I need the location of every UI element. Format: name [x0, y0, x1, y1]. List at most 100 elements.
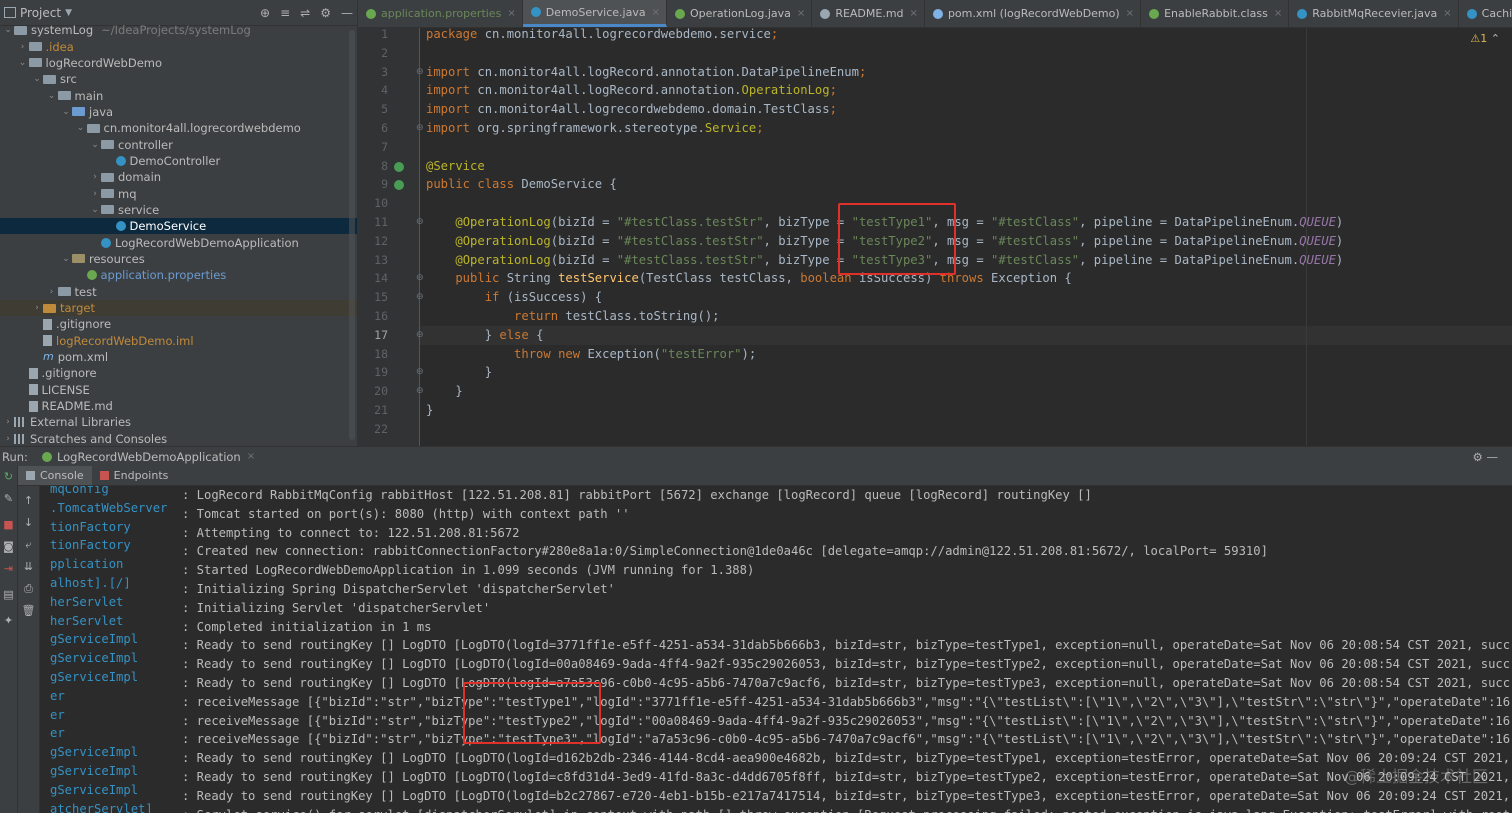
console-output[interactable]: mqConfig: LogRecord RabbitMqConfig rabbi… [40, 486, 1512, 813]
chevron-down-icon[interactable]: ⌄ [89, 202, 101, 218]
tree-item[interactable]: logRecordWebDemo.iml [0, 333, 357, 349]
chevron-down-icon[interactable]: ⌄ [75, 120, 87, 136]
project-scrollbar[interactable] [349, 30, 355, 440]
editor-tab[interactable]: application.properties × [358, 0, 523, 27]
tree-item[interactable]: › External Libraries [0, 414, 357, 430]
trash-icon[interactable]: 🗑 [18, 604, 39, 617]
code-editor[interactable]: 1 2 3 4 5 6 7 8 9 10 11 12 13 14 15 16 17 18 19 20 21 22 ⊖ ⊖ ⊖ ⊖ ⊖… [358, 27, 1512, 446]
log-source[interactable]: gServiceImpl [40, 762, 182, 781]
chevron-down-icon[interactable]: ⌄ [17, 55, 29, 71]
close-icon[interactable]: × [1274, 8, 1282, 19]
locate-icon[interactable]: ⊕ [260, 6, 270, 20]
chevron-down-icon[interactable]: ⌄ [60, 104, 72, 120]
editor-tab[interactable]: EnableRabbit.class × [1141, 0, 1290, 27]
tree-item[interactable]: ⌄ logRecordWebDemo [0, 55, 357, 71]
fold-icon[interactable]: ⊖ [416, 367, 424, 377]
arrow-down-icon[interactable]: ↓ [18, 516, 39, 529]
chevron-right-icon[interactable]: › [2, 431, 14, 447]
tree-item[interactable]: LICENSE [0, 382, 357, 398]
chevron-down-icon[interactable]: ⌄ [2, 22, 14, 38]
spring-bean-icon[interactable] [394, 161, 404, 172]
tree-item[interactable]: › target [0, 299, 357, 317]
log-source[interactable]: gServiceImpl [40, 649, 182, 668]
warning-count[interactable]: ⚠1 [1470, 32, 1487, 45]
log-source[interactable]: gServiceImpl [40, 743, 182, 762]
spring-bean-icon[interactable] [394, 180, 404, 191]
collapse-icon[interactable]: ⇌ [300, 6, 310, 20]
tree-item[interactable]: › domain [0, 169, 357, 185]
chevron-down-icon[interactable]: ⌄ [89, 137, 101, 153]
wrench-icon[interactable]: ✎ [0, 492, 17, 505]
tree-item[interactable]: ⌄ resources [0, 251, 357, 267]
layout-icon[interactable]: ▤ [0, 588, 17, 601]
tree-item[interactable]: ⌄ src [0, 71, 357, 87]
tree-item[interactable]: .gitignore [0, 365, 357, 381]
log-source[interactable]: alhost].[/] [40, 574, 182, 593]
log-source[interactable]: tionFactory [40, 518, 182, 537]
tree-item[interactable]: .gitignore [0, 316, 357, 332]
log-source[interactable]: gServiceImpl [40, 781, 182, 800]
log-source[interactable]: pplication [40, 555, 182, 574]
log-source[interactable]: herServlet [40, 612, 182, 631]
expand-icon[interactable]: ≡ [280, 6, 290, 20]
chevron-down-icon[interactable]: ⌄ [31, 71, 43, 87]
log-source[interactable]: atcherServlet] [40, 800, 182, 813]
chevron-right-icon[interactable]: › [89, 169, 101, 185]
tab-console[interactable]: Console [18, 466, 92, 485]
inspection-widget[interactable]: ⚠1 ⌃ [1470, 32, 1500, 45]
chevron-right-icon[interactable]: › [2, 414, 14, 430]
log-source[interactable]: er [40, 724, 182, 743]
fold-icon[interactable]: ⊖ [416, 67, 424, 77]
tree-item[interactable]: › .idea [0, 38, 357, 54]
chevron-down-icon[interactable]: ⌄ [60, 251, 72, 267]
close-icon[interactable]: × [797, 8, 805, 19]
tree-item[interactable]: ⌄ main [0, 87, 357, 103]
tree-item[interactable]: LogRecordWebDemoApplication [0, 234, 357, 250]
scroll-to-end-icon[interactable]: ⇊ [18, 560, 39, 573]
exit-icon[interactable]: ⇥ [0, 562, 17, 575]
log-source[interactable]: tionFactory [40, 536, 182, 555]
run-config-tab[interactable]: LogRecordWebDemoApplication × [41, 450, 255, 464]
close-icon[interactable]: × [1443, 8, 1451, 19]
editor-tab[interactable]: pom.xml (logRecordWebDemo) × [925, 0, 1142, 27]
minimize-icon[interactable]: — [341, 6, 353, 20]
tree-item[interactable]: ⌄ systemLog ~/IdeaProjects/systemLog [0, 22, 357, 38]
editor-tab[interactable]: DemoService.java × [522, 0, 667, 27]
tree-item[interactable]: › test [0, 284, 357, 300]
close-icon[interactable]: × [652, 7, 660, 18]
close-icon[interactable]: × [910, 8, 918, 19]
close-icon[interactable]: × [247, 451, 255, 462]
chevron-right-icon[interactable]: › [31, 300, 43, 316]
pin-icon[interactable]: ✦ [0, 614, 17, 627]
log-source[interactable]: .TomcatWebServer [40, 499, 182, 518]
tab-endpoints[interactable]: Endpoints [92, 466, 177, 485]
log-source[interactable]: er [40, 687, 182, 706]
fold-icon[interactable]: ⊖ [416, 386, 424, 396]
tree-item[interactable]: m pom.xml [0, 349, 357, 365]
tree-item[interactable]: › mq [0, 185, 357, 201]
chevron-right-icon[interactable]: › [46, 284, 58, 300]
tree-item[interactable]: DemoService [0, 218, 357, 235]
print-icon[interactable]: ⎙ [18, 582, 39, 596]
project-title[interactable]: Project [20, 6, 61, 20]
log-source[interactable]: mqConfig [40, 486, 182, 499]
chevron-down-icon[interactable]: ▼ [65, 8, 72, 18]
fold-icon[interactable]: ⊖ [416, 217, 424, 227]
soft-wrap-icon[interactable]: ⤶ [18, 538, 39, 552]
fold-icon[interactable]: ⊖ [416, 273, 424, 283]
fold-icon[interactable]: ⊖ [416, 292, 424, 302]
stop-icon[interactable]: ■ [0, 518, 17, 531]
editor-tab[interactable]: README.md × [812, 0, 925, 27]
fold-icon[interactable]: ⊖ [416, 330, 424, 340]
tree-item[interactable]: DemoController [0, 153, 357, 169]
log-source[interactable]: er [40, 706, 182, 725]
tree-item[interactable]: application.properties [0, 267, 357, 283]
gear-icon[interactable]: ⚙ [320, 6, 331, 20]
close-icon[interactable]: × [507, 8, 515, 19]
chevron-down-icon[interactable]: ⌄ [46, 88, 58, 104]
rerun-icon[interactable]: ↻ [0, 470, 17, 483]
fold-icon[interactable]: ⊖ [416, 123, 424, 133]
arrow-up-icon[interactable]: ↑ [18, 494, 39, 507]
tree-item[interactable]: ⌄ cn.monitor4all.logrecordwebdemo [0, 120, 357, 136]
tree-item[interactable]: ⌄ service [0, 202, 357, 218]
